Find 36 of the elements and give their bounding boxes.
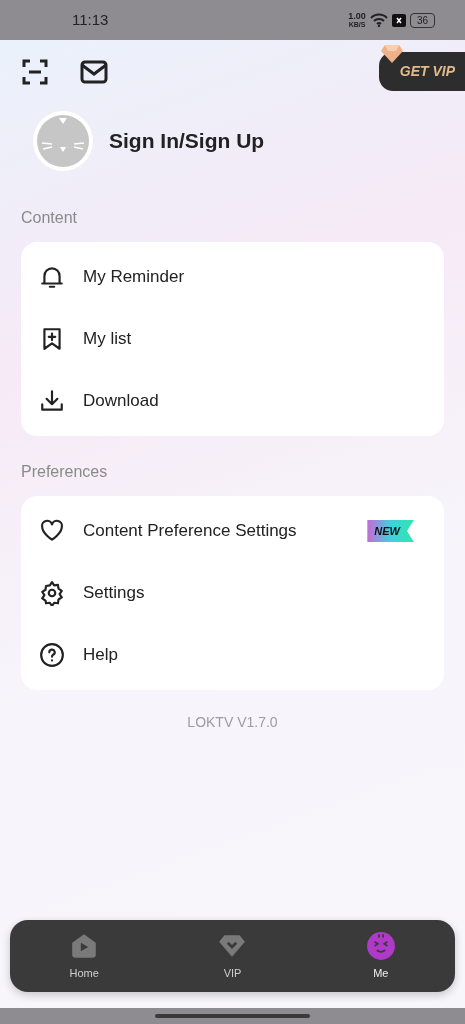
mail-icon[interactable] xyxy=(80,60,108,84)
menu-label: Content Preference Settings xyxy=(83,520,297,543)
menu-label: Settings xyxy=(83,582,145,605)
menu-label: My Reminder xyxy=(83,266,185,289)
menu-label: My list xyxy=(83,328,132,351)
sign-in-link[interactable]: Sign In/Sign Up xyxy=(109,125,265,157)
battery-indicator: 36 xyxy=(409,12,435,28)
menu-label: Help xyxy=(83,644,118,667)
help-icon xyxy=(39,642,65,668)
menu-label: Download xyxy=(83,390,159,413)
heart-icon xyxy=(39,518,65,544)
section-heading: Content xyxy=(20,208,79,228)
nav-tab[interactable]: Me xyxy=(306,920,455,992)
menu-item[interactable]: My Reminder xyxy=(21,246,444,308)
version-text: LOKTV V1.7.0 xyxy=(186,713,279,732)
menu-item[interactable]: Settings xyxy=(21,562,444,624)
cat-avatar-icon xyxy=(37,115,89,167)
new-tag: NEW xyxy=(367,519,414,543)
nav-tab[interactable]: Home xyxy=(10,920,159,992)
download-icon xyxy=(39,388,65,414)
network-speed: 1.00 xyxy=(348,12,366,21)
section-heading: Preferences xyxy=(20,462,109,482)
nav-tab[interactable]: VIP xyxy=(158,920,307,992)
notification-icon xyxy=(391,13,406,27)
scan-icon[interactable] xyxy=(22,59,48,85)
menu-item[interactable]: Download xyxy=(21,370,444,432)
get-vip-button[interactable]: GET VIP xyxy=(378,52,465,91)
menu-item[interactable]: Content Preference Settings NEW xyxy=(21,500,444,562)
menu-item[interactable]: Help xyxy=(21,624,444,686)
menu-item[interactable]: My list xyxy=(21,308,444,370)
status-time: 11:13 xyxy=(72,9,109,30)
bell-icon xyxy=(39,264,65,290)
wifi-icon xyxy=(369,13,388,27)
settings-icon xyxy=(39,580,65,606)
diamond-icon xyxy=(381,45,403,63)
face-icon xyxy=(365,930,396,961)
